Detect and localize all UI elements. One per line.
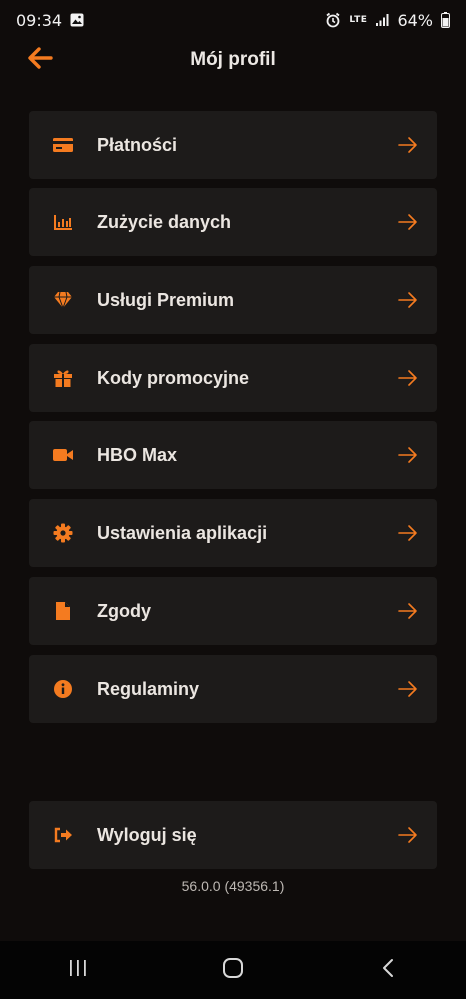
menu-item-label: Usługi Premium bbox=[97, 289, 235, 310]
recent-apps-button[interactable] bbox=[48, 950, 108, 990]
menu-item-label: Zgody bbox=[97, 600, 151, 621]
info-icon bbox=[51, 677, 75, 701]
gear-icon bbox=[51, 521, 75, 545]
arrow-right-icon bbox=[397, 600, 419, 622]
battery-percentage: 64% bbox=[397, 10, 433, 30]
home-icon bbox=[222, 957, 244, 984]
arrow-right-icon bbox=[397, 134, 419, 156]
arrow-left-icon bbox=[27, 46, 53, 74]
bar-chart-icon bbox=[51, 210, 75, 234]
alarm-icon bbox=[325, 12, 341, 28]
video-camera-icon bbox=[51, 443, 75, 467]
menu-item-regulations[interactable]: Regulaminy bbox=[29, 655, 437, 723]
menu-item-data-usage[interactable]: Zużycie danych bbox=[29, 188, 437, 256]
menu-item-premium-services[interactable]: Usługi Premium bbox=[29, 266, 437, 334]
chevron-left-icon bbox=[381, 958, 395, 983]
clock: 09:34 bbox=[16, 10, 63, 30]
menu-item-app-settings[interactable]: Ustawienia aplikacji bbox=[29, 499, 437, 567]
menu-item-payments[interactable]: Płatności bbox=[29, 111, 437, 179]
menu-item-label: Ustawienia aplikacji bbox=[97, 522, 268, 543]
logout-icon bbox=[51, 823, 75, 847]
menu-item-hbo-max[interactable]: HBO Max bbox=[29, 421, 437, 489]
home-button[interactable] bbox=[203, 950, 263, 990]
arrow-right-icon bbox=[397, 444, 419, 466]
status-bar: 09:34 LTE 64% bbox=[0, 0, 466, 40]
menu-item-label: Zużycie danych bbox=[97, 211, 232, 232]
gallery-notification-icon bbox=[70, 13, 84, 27]
arrow-right-icon bbox=[397, 211, 419, 233]
battery-icon bbox=[441, 12, 450, 28]
logout-label: Wyloguj się bbox=[97, 824, 197, 845]
arrow-right-icon bbox=[397, 824, 419, 846]
system-nav-bar bbox=[0, 941, 466, 999]
document-icon bbox=[51, 599, 75, 623]
menu-item-label: Płatności bbox=[97, 134, 178, 155]
credit-card-icon bbox=[51, 133, 75, 157]
back-nav-button[interactable] bbox=[358, 950, 418, 990]
menu-item-label: Regulaminy bbox=[97, 678, 200, 699]
arrow-right-icon bbox=[397, 367, 419, 389]
app-header: Mój profil bbox=[0, 40, 466, 80]
menu-item-label: HBO Max bbox=[97, 444, 178, 465]
app-version: 56.0.0 (49356.1) bbox=[181, 878, 285, 894]
back-button[interactable] bbox=[22, 46, 58, 74]
menu-item-consents[interactable]: Zgody bbox=[29, 577, 437, 645]
page-title: Mój profil bbox=[190, 49, 276, 70]
signal-icon bbox=[375, 13, 389, 27]
logout-button[interactable]: Wyloguj się bbox=[29, 801, 437, 869]
menu-item-promo-codes[interactable]: Kody promocyjne bbox=[29, 344, 437, 412]
network-type: LTE bbox=[349, 14, 368, 25]
menu-item-label: Kody promocyjne bbox=[97, 367, 250, 388]
diamond-icon bbox=[51, 288, 75, 312]
arrow-right-icon bbox=[397, 522, 419, 544]
arrow-right-icon bbox=[397, 289, 419, 311]
gift-icon bbox=[51, 366, 75, 390]
recent-apps-icon bbox=[68, 959, 88, 982]
arrow-right-icon bbox=[397, 678, 419, 700]
